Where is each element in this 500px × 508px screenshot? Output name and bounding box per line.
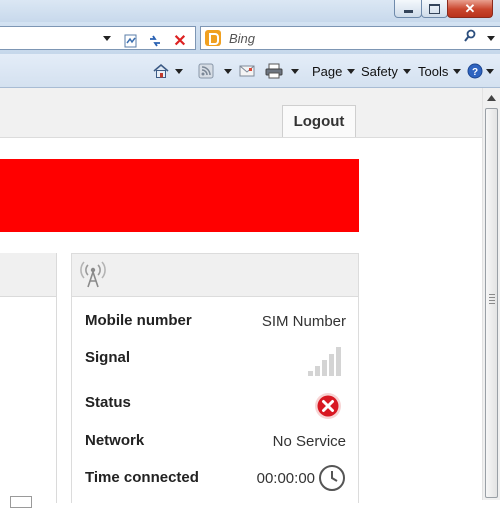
help-button[interactable]: ? — [467, 62, 494, 80]
signal-bar — [315, 366, 320, 376]
page-menu-dropdown-icon — [347, 68, 356, 74]
svg-text:?: ? — [472, 67, 478, 78]
search-input[interactable]: Bing — [229, 31, 255, 46]
time-connected-row: Time connected 00:00:00 — [72, 460, 358, 496]
address-bar[interactable]: ✕ — [0, 26, 196, 50]
tools-menu[interactable]: Tools — [418, 62, 462, 80]
help-icon: ? — [467, 63, 483, 79]
signal-bar — [336, 347, 341, 376]
left-panel-header — [0, 253, 56, 297]
status-row: Status — [72, 385, 358, 421]
print-button[interactable] — [265, 62, 299, 80]
time-connected-label: Time connected — [85, 469, 199, 486]
page-content: Logout Mobile number SIM Number Signal S… — [0, 88, 482, 508]
mobile-number-label: Mobile number — [85, 312, 192, 329]
search-button[interactable] — [463, 29, 477, 46]
page-menu-label: Page — [312, 63, 343, 79]
rss-feed-icon — [198, 63, 214, 79]
safety-menu-label: Safety — [361, 63, 398, 79]
bing-logo-icon — [205, 30, 221, 46]
close-icon: ✕ — [464, 1, 476, 16]
compatibility-view-icon — [124, 34, 137, 48]
chevron-up-icon — [487, 95, 496, 101]
status-label: Status — [85, 394, 131, 411]
brand-banner — [0, 159, 359, 232]
refresh-button[interactable] — [144, 30, 166, 52]
search-options-dropdown-icon[interactable] — [487, 36, 495, 41]
scrollbar-grip — [489, 300, 495, 301]
error-x-icon — [315, 393, 341, 419]
antenna-icon — [80, 261, 106, 288]
network-label: Network — [85, 432, 145, 449]
left-panel-control[interactable] — [10, 496, 32, 508]
tools-menu-dropdown-icon — [453, 68, 462, 74]
page-header: Logout — [0, 88, 482, 138]
tools-menu-label: Tools — [418, 63, 449, 79]
signal-bar — [322, 360, 327, 376]
home-icon — [153, 63, 169, 78]
signal-strength-icon — [308, 347, 341, 376]
logout-button[interactable]: Logout — [282, 105, 356, 137]
address-history-dropdown-icon[interactable] — [103, 36, 111, 41]
network-row: Network No Service — [72, 423, 358, 459]
left-panel — [0, 253, 57, 508]
search-box[interactable]: Bing — [200, 26, 500, 50]
stop-button[interactable]: ✕ — [169, 30, 191, 52]
compatibility-view-button[interactable] — [120, 30, 142, 52]
maximize-button[interactable] — [421, 0, 448, 18]
scrollbar-grip — [489, 297, 495, 298]
safety-menu[interactable]: Safety — [361, 62, 411, 80]
maximize-icon — [429, 3, 440, 14]
home-dropdown-icon[interactable] — [175, 68, 183, 74]
scrollbar-grip — [489, 303, 495, 304]
stop-icon: ✕ — [173, 33, 187, 50]
search-icon — [464, 29, 476, 42]
signal-bar — [329, 354, 334, 376]
scrollbar-thumb[interactable] — [485, 108, 498, 498]
mail-icon — [239, 65, 255, 77]
feeds-dropdown-icon[interactable] — [224, 68, 232, 74]
connection-panel-header — [72, 254, 358, 297]
minimize-button[interactable] — [394, 0, 422, 18]
address-row: ✕ Bing — [0, 22, 500, 54]
printer-icon — [265, 63, 283, 79]
scroll-up-button[interactable] — [484, 90, 499, 106]
window-title-bar: ✕ — [0, 0, 500, 22]
network-value: No Service — [272, 433, 346, 450]
signal-bar — [308, 371, 313, 376]
vertical-scrollbar[interactable] — [482, 88, 500, 500]
close-window-button[interactable]: ✕ — [447, 0, 493, 18]
page-menu[interactable]: Page — [312, 62, 356, 80]
minimize-icon — [403, 10, 413, 13]
read-mail-button[interactable] — [239, 62, 255, 80]
connection-status-panel: Mobile number SIM Number Signal Status N… — [71, 253, 359, 503]
scrollbar-grip — [489, 294, 495, 295]
help-dropdown-icon — [486, 68, 494, 74]
signal-label: Signal — [85, 349, 131, 366]
home-button[interactable] — [152, 62, 183, 80]
command-bar: Page Safety Tools ? — [0, 54, 500, 88]
safety-menu-dropdown-icon — [402, 68, 411, 74]
feeds-button[interactable] — [198, 62, 232, 80]
time-connected-value: 00:00:00 — [256, 470, 315, 487]
refresh-icon — [150, 35, 160, 47]
mobile-number-row: Mobile number SIM Number — [72, 303, 358, 339]
mobile-number-value: SIM Number — [261, 313, 346, 330]
signal-row: Signal — [72, 340, 358, 376]
clock-icon — [319, 465, 345, 491]
print-dropdown-icon[interactable] — [291, 68, 299, 74]
